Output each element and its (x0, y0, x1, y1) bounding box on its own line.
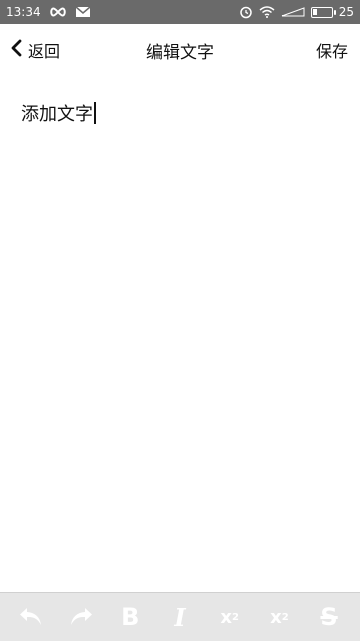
battery-level-text: 25 (338, 5, 354, 19)
battery-icon (310, 6, 336, 18)
undo-icon[interactable] (11, 597, 51, 637)
mail-icon (75, 6, 91, 18)
nav-bar: 返回 编辑文字 保存 (0, 24, 360, 76)
text-editor[interactable]: 添加文字 (0, 76, 360, 592)
chevron-left-icon (10, 39, 22, 61)
redo-icon[interactable] (61, 597, 101, 637)
subscript-base: x (220, 606, 232, 628)
superscript-mark: 2 (281, 611, 289, 623)
editor-text[interactable]: 添加文字 (21, 104, 93, 125)
bold-icon[interactable]: B (110, 597, 150, 637)
back-label: 返回 (28, 42, 61, 61)
signal-icon (281, 7, 305, 17)
strikethrough-icon[interactable]: S (309, 597, 349, 637)
save-button[interactable]: 保存 (316, 24, 348, 76)
italic-glyph: I (174, 602, 186, 632)
text-cursor (94, 102, 96, 124)
wifi-icon (259, 6, 275, 18)
italic-icon[interactable]: I (160, 597, 200, 637)
strike-glyph: S (320, 603, 338, 631)
infinity-icon (49, 7, 67, 17)
bold-glyph: B (121, 603, 140, 631)
alarm-icon (239, 5, 253, 19)
subscript-icon[interactable]: x2 (210, 597, 250, 637)
back-button[interactable]: 返回 (10, 24, 60, 76)
status-bar: 13:34 25 (0, 0, 360, 24)
status-time: 13:34 (6, 5, 41, 19)
format-toolbar: B I x2 x2 S (0, 592, 360, 641)
subscript-mark: 2 (231, 611, 239, 623)
superscript-icon[interactable]: x2 (259, 597, 299, 637)
superscript-base: x (270, 606, 282, 628)
